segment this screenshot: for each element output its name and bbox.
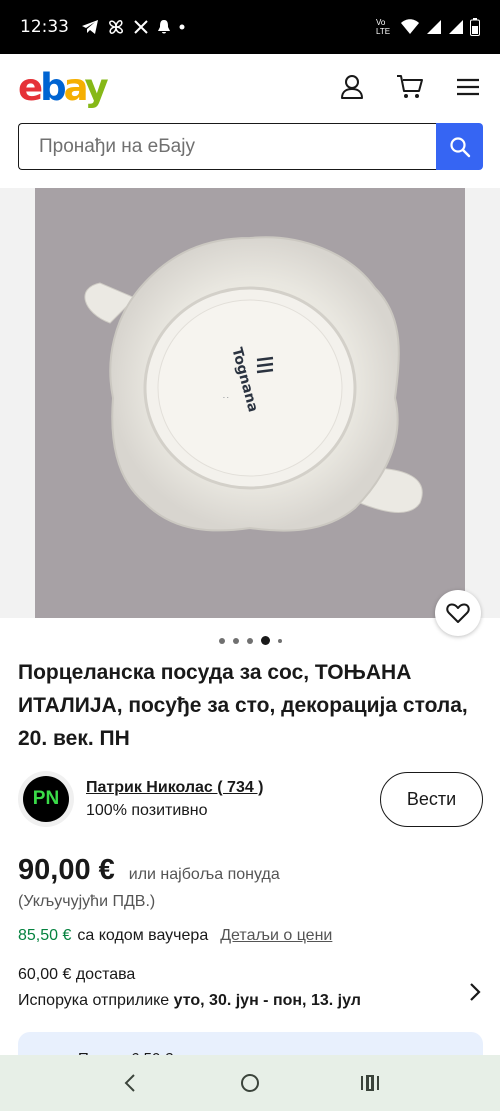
system-nav-bar [0, 1055, 500, 1111]
home-icon[interactable] [232, 1065, 268, 1101]
status-time: 12:33 [20, 17, 69, 37]
search-icon [449, 136, 470, 157]
voucher-text: са кодом ваучера [77, 927, 209, 944]
voucher-price: 85,50 € [18, 927, 72, 944]
pagination-dot[interactable] [246, 637, 253, 644]
best-offer-label: или најбоља понуда [128, 866, 280, 883]
ebay-logo[interactable]: ebay [18, 69, 109, 106]
seller-feedback: 100% позитивно [86, 801, 208, 819]
signal-icon [449, 20, 463, 34]
battery-icon [470, 18, 480, 36]
watch-button[interactable] [435, 590, 481, 636]
chevron-right-icon[interactable] [469, 982, 481, 1002]
seller-name-link[interactable]: Патрик Николас ( 734 ) [86, 779, 264, 797]
shipping-cost: 60,00 € достава [18, 966, 136, 983]
recents-icon[interactable] [352, 1065, 388, 1101]
image-gallery[interactable]: Tognana · · [0, 188, 500, 618]
voucher-row: 85,50 € са кодом ваучера Детаљи о цени [18, 927, 332, 945]
heart-icon [446, 603, 470, 623]
avatar[interactable]: PN [18, 771, 74, 827]
contact-seller-button[interactable]: Вести [380, 771, 483, 827]
item-price: 90,00 € [18, 854, 115, 886]
account-icon[interactable] [338, 73, 366, 101]
dot-icon [179, 24, 185, 30]
pagination-dot[interactable] [232, 637, 239, 644]
svg-text:· ·: · · [223, 395, 229, 402]
seller-card: PN Патрик Николас ( 734 ) 100% позитивно… [18, 770, 483, 828]
wifi-icon [401, 19, 419, 34]
telegram-icon [82, 20, 98, 34]
menu-icon[interactable] [454, 73, 482, 101]
listing-title: Порцеланска посуда за сос, ТОЊАНА ИТАЛИЈ… [18, 661, 468, 750]
vat-note: (Укључујући ПДВ.) [18, 893, 156, 910]
volte-icon: Vo LTE [376, 18, 391, 36]
signal-icon [427, 20, 441, 34]
pinwheel-icon [109, 20, 123, 34]
search-bar [18, 123, 483, 170]
product-photo[interactable]: Tognana · · [35, 188, 465, 618]
shipping-section[interactable]: 60,00 € достава Испорука отприлике уто, … [18, 966, 483, 1010]
cart-icon[interactable] [396, 73, 424, 101]
delivery-dates: уто, 30. јун - пон, 13. јул [173, 992, 361, 1009]
pagination-dot-active[interactable] [260, 636, 270, 645]
status-system-icons: Vo LTE [376, 18, 480, 36]
pagination-dot[interactable] [218, 637, 225, 644]
price-details-link[interactable]: Детаљи о цени [220, 927, 332, 945]
status-notification-icons [81, 18, 185, 36]
app-header: ebay [0, 54, 500, 120]
gallery-pagination[interactable] [0, 636, 500, 645]
x-icon [134, 20, 148, 34]
avatar-initials: PN [23, 776, 69, 822]
search-button[interactable] [436, 123, 483, 170]
back-icon[interactable] [112, 1065, 148, 1101]
bell-icon [158, 20, 170, 34]
delivery-estimate: Испорука отприлике уто, 30. јун - пон, 1… [18, 992, 361, 1009]
status-bar: 12:33 Vo LTE [0, 0, 500, 54]
pagination-dot[interactable] [277, 638, 282, 643]
search-input[interactable] [18, 123, 436, 170]
price-row: 90,00 € или најбоља понуда [18, 854, 280, 887]
